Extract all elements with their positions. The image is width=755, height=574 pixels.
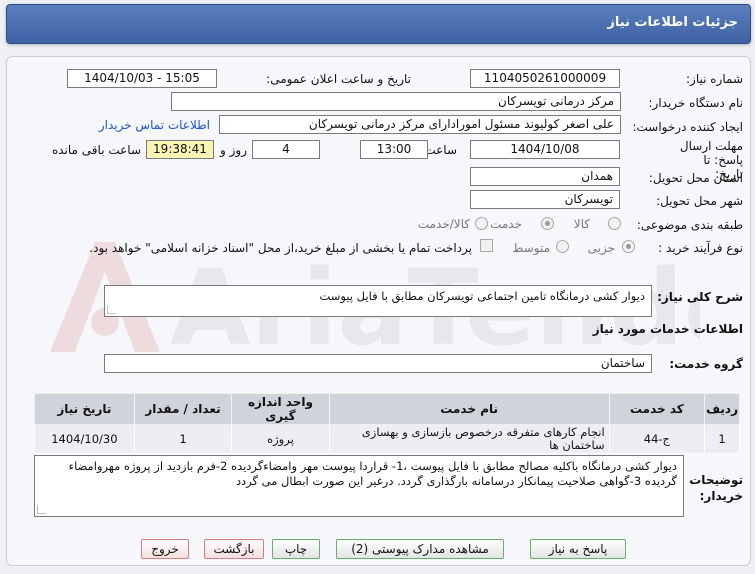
cell-code: ج-44 [608,424,706,454]
buyer-description-label: توضیحات خریدار: [689,473,743,503]
summary-label: شرح کلی نیاز: [657,290,743,304]
deadline-time-label: ساعت [424,143,457,157]
category-option-service: خدمت [490,217,522,231]
services-section-title: اطلاعات خدمات مورد نیاز [592,322,743,336]
remaining-time-field: 19:38:41 [146,140,214,159]
service-group-label: گروه خدمت: [669,357,743,371]
reply-button[interactable]: پاسخ به نیاز [530,539,626,559]
cell-date: 1404/10/30 [34,424,135,454]
services-table: ردیف کد خدمت نام خدمت واحد اندازه گیری ت… [34,393,740,454]
process-radio-medium[interactable] [556,240,569,253]
cell-service-name: انجام کارهای متفرقه درخصوص بازسازی و بهس… [328,424,610,454]
service-group-field: ساختمان [104,354,652,373]
buyer-description-textarea: دیوار کشی درمانگاه باکلیه مصالح مطابق با… [34,455,684,517]
print-button[interactable]: چاپ [272,539,320,559]
resize-handle-icon[interactable] [107,305,116,314]
category-radio-goods-service[interactable] [475,217,488,230]
need-number-label: شماره نیاز: [686,72,743,86]
page-title: جزئیات اطلاعات نیاز [607,15,738,30]
requester-field: علی اصغر کولیوند مسئول امورادارای مرکز د… [219,115,621,134]
treasury-payment-note: پرداخت تمام یا بخشی از مبلغ خرید،از محل … [89,241,472,255]
process-option-minor: جزیی [587,241,615,255]
page-header: جزئیات اطلاعات نیاز [6,4,751,44]
announce-date-label: تاریخ و ساعت اعلان عمومی: [266,72,411,86]
buyer-description-text: دیوار کشی درمانگاه باکلیه مصالح مطابق با… [68,459,677,488]
category-radio-goods[interactable] [608,217,621,230]
buyer-contact-link[interactable]: اطلاعات تماس خریدار [99,118,210,132]
col-qty-header: تعداد / مقدار [133,393,233,425]
process-type-label: نوع فرآیند خرید : [658,241,743,255]
buyer-org-field: مرکز درمانی تویسرکان [171,92,621,111]
buyer-org-label: نام دستگاه خریدار: [648,96,744,110]
days-label: روز و [220,143,247,157]
city-label: شهر محل تحویل: [656,194,743,208]
remaining-time-label: ساعت باقی مانده [51,143,141,157]
col-unit-header: واحد اندازه گیری [231,393,330,425]
need-number-field: 1104050261000009 [470,69,620,88]
resize-handle-icon[interactable] [37,505,46,514]
requester-label: ایجاد کننده درخواست: [632,120,743,134]
process-option-medium: متوسط [512,241,550,255]
treasury-payment-checkbox[interactable] [480,239,493,252]
back-button[interactable]: بازگشت [204,539,264,559]
province-field: همدان [470,167,620,186]
category-label: طبقه بندی موضوعی: [636,218,743,232]
col-row-header: ردیف [704,393,740,425]
city-field: تویسرکان [470,190,620,209]
cell-unit: پروژه [231,424,330,454]
deadline-date-field: 1404/10/08 [470,140,620,159]
col-name-header: نام خدمت [328,393,610,425]
days-remaining-field: 4 [252,140,320,159]
col-code-header: کد خدمت [608,393,706,425]
category-radio-service[interactable] [541,217,554,230]
summary-textarea: دیوار کشی درمانگاه تامین اجتماعی تویسرکا… [104,285,652,317]
cell-row: 1 [704,424,740,454]
cell-qty: 1 [133,424,233,454]
exit-button[interactable]: خروج [141,539,189,559]
category-option-goods-service: کالا/خدمت [417,217,470,231]
col-date-header: تاریخ نیاز [34,393,135,425]
table-header-row: ردیف کد خدمت نام خدمت واحد اندازه گیری ت… [34,393,740,425]
process-radio-minor[interactable] [622,240,635,253]
province-label: استان محل تحویل: [648,171,743,185]
summary-text: دیوار کشی درمانگاه تامین اجتماعی تویسرکا… [319,289,645,303]
category-option-goods: کالا [573,217,590,231]
announce-date-field: 1404/10/03 - 15:05 [67,69,217,88]
attachments-button[interactable]: مشاهده مدارک پیوستی (2) [336,539,504,559]
deadline-time-field: 13:00 [360,140,428,159]
table-row: 1 ج-44 انجام کارهای متفرقه درخصوص بازساز… [34,424,740,454]
